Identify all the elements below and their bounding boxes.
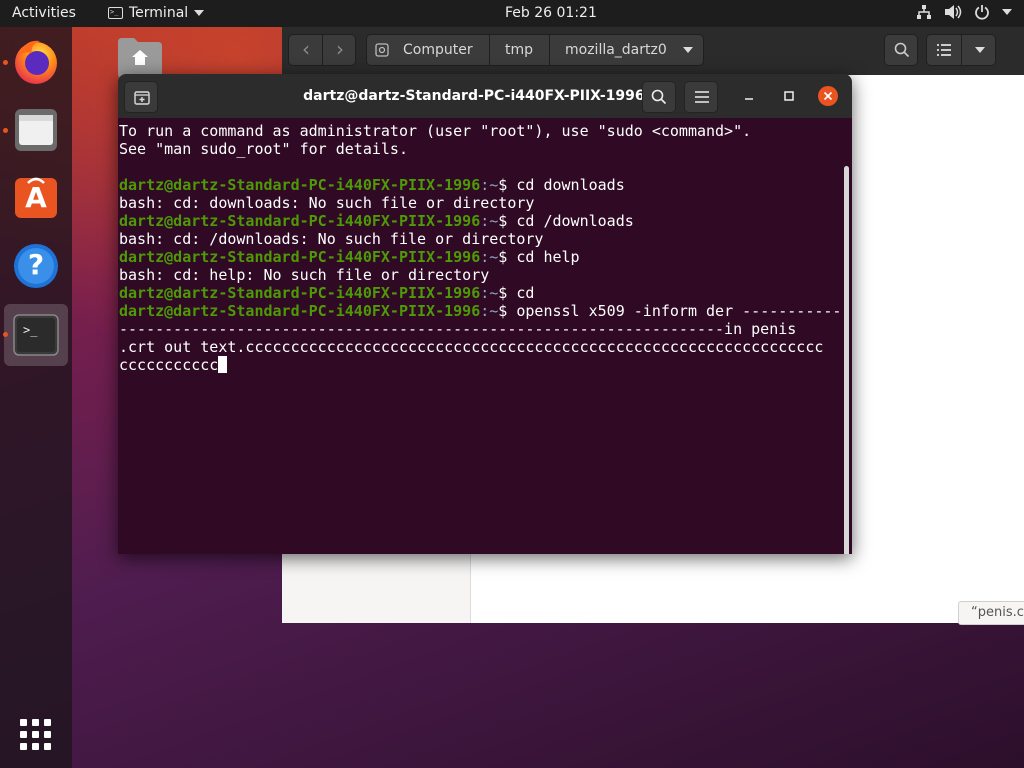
prompt-path: :~ — [480, 248, 499, 266]
prompt-path: :~ — [480, 284, 499, 302]
output-text: To run a command as administrator (user … — [119, 122, 752, 140]
output-text: bash: cd: /downloads: No such file or di… — [119, 230, 544, 248]
terminal-command-line: dartz@dartz-Standard-PC-i440FX-PIIX-1996… — [119, 284, 841, 302]
terminal-glyph: >_ — [23, 323, 38, 337]
command-text: $ cd help — [498, 248, 580, 266]
hamburger-icon — [695, 91, 709, 103]
terminal-output-line: .crt out text.cccccccccccccccccccccccccc… — [119, 338, 841, 356]
activities-button[interactable]: Activities — [12, 5, 76, 21]
running-indicator — [3, 60, 8, 65]
minimize-icon[interactable] — [740, 87, 758, 105]
system-tray[interactable] — [916, 4, 1012, 20]
path-bar: Computer tmp mozilla_dartz0 — [366, 34, 704, 66]
output-text: bash: cd: help: No such file or director… — [119, 266, 490, 284]
output-text: ----------------------------------------… — [119, 320, 797, 338]
terminal-command-line: dartz@dartz-Standard-PC-i440FX-PIIX-1996… — [119, 176, 841, 194]
shell-prompt: dartz@dartz-Standard-PC-i440FX-PIIX-1996 — [119, 302, 481, 320]
help-glyph: ? — [27, 248, 45, 281]
volume-icon — [945, 5, 962, 19]
terminal-body[interactable]: To run a command as administrator (user … — [118, 118, 852, 554]
forward-button[interactable]: › — [323, 35, 357, 65]
command-text: $ openssl x509 -inform der ----------- — [498, 302, 842, 320]
dock-item-ubuntu-software[interactable]: A — [10, 171, 62, 223]
terminal-output-line: bash: cd: downloads: No such file or dir… — [119, 194, 841, 212]
files-window-header: ‹ › Computer tmp mozilla_dartz0 — [282, 27, 1024, 75]
dock: A ? >_ — [0, 27, 72, 768]
breadcrumb-mozilla-dartz0[interactable]: mozilla_dartz0 — [565, 35, 667, 65]
search-button[interactable] — [642, 81, 676, 113]
output-text: bash: cd: downloads: No such file or dir… — [119, 194, 535, 212]
terminal-output-line: ccccccccccc — [119, 356, 841, 374]
top-bar: Activities >_ Terminal Feb 26 01:21 — [0, 0, 1024, 27]
output-text: See "man sudo_root" for details. — [119, 140, 408, 158]
power-icon — [975, 5, 989, 20]
search-button[interactable] — [884, 34, 918, 66]
terminal-command-line: dartz@dartz-Standard-PC-i440FX-PIIX-1996… — [119, 302, 841, 320]
prompt-path: :~ — [480, 212, 499, 230]
terminal-window: dartz@dartz-Standard-PC-i440FX-PIIX-1996… — [118, 74, 852, 554]
network-icon — [917, 5, 931, 19]
back-button[interactable]: ‹ — [289, 35, 323, 65]
shell-prompt: dartz@dartz-Standard-PC-i440FX-PIIX-1996 — [119, 284, 481, 302]
running-indicator — [3, 332, 8, 337]
scrollbar[interactable] — [844, 166, 849, 554]
output-text: .crt out text.cccccccccccccccccccccccccc… — [119, 338, 824, 356]
firefox-icon — [15, 40, 57, 84]
prompt-path: :~ — [480, 176, 499, 194]
terminal-icon: >_ — [108, 7, 123, 19]
breadcrumb-computer[interactable]: Computer — [403, 35, 473, 65]
terminal-output-line: To run a command as administrator (user … — [119, 122, 841, 140]
search-icon — [651, 89, 667, 105]
dock-item-terminal[interactable]: >_ — [10, 309, 62, 361]
dock-item-files[interactable] — [10, 103, 62, 155]
chevron-down-icon — [194, 10, 205, 16]
search-icon — [894, 42, 910, 58]
dock-item-firefox[interactable] — [10, 35, 62, 87]
terminal-command-line: dartz@dartz-Standard-PC-i440FX-PIIX-1996… — [119, 248, 841, 266]
command-text: $ cd downloads — [498, 176, 625, 194]
home-folder-icon — [118, 38, 162, 78]
app-menu[interactable]: >_ Terminal — [108, 5, 205, 21]
chevron-down-icon — [1002, 9, 1012, 15]
command-text: $ cd /downloads — [498, 212, 634, 230]
close-icon[interactable] — [818, 86, 838, 106]
breadcrumb-tmp[interactable]: tmp — [505, 35, 533, 65]
show-applications-button[interactable] — [20, 719, 52, 751]
status-tooltip: “penis.c — [958, 601, 1024, 625]
terminal-output-line: bash: cd: help: No such file or director… — [119, 266, 841, 284]
back-forward-group: ‹ › — [288, 34, 356, 66]
files-icon — [15, 109, 57, 151]
list-view-icon — [937, 44, 951, 56]
shell-prompt: dartz@dartz-Standard-PC-i440FX-PIIX-1996 — [119, 212, 481, 230]
shell-prompt: dartz@dartz-Standard-PC-i440FX-PIIX-1996 — [119, 248, 481, 266]
terminal-command-line: dartz@dartz-Standard-PC-i440FX-PIIX-1996… — [119, 212, 841, 230]
terminal-header: dartz@dartz-Standard-PC-i440FX-PIIX-1996… — [118, 74, 852, 118]
terminal-output[interactable]: To run a command as administrator (user … — [119, 122, 841, 374]
text-cursor — [218, 356, 228, 373]
chevron-down-icon — [975, 47, 985, 53]
command-text: $ cd — [498, 284, 535, 302]
app-menu-label: Terminal — [129, 5, 189, 21]
dock-item-help[interactable]: ? — [10, 239, 62, 291]
view-options-group[interactable] — [926, 34, 996, 66]
terminal-output-line: ----------------------------------------… — [119, 320, 841, 338]
clock[interactable]: Feb 26 01:21 — [505, 5, 597, 21]
desktop-home-folder[interactable] — [116, 36, 164, 78]
output-text: ccccccccccc — [119, 356, 219, 374]
prompt-path: :~ — [480, 302, 499, 320]
maximize-icon[interactable] — [780, 87, 798, 105]
software-glyph: A — [25, 181, 47, 214]
terminal-output-line: See "man sudo_root" for details. — [119, 140, 841, 158]
shell-prompt: dartz@dartz-Standard-PC-i440FX-PIIX-1996 — [119, 176, 481, 194]
chevron-down-icon[interactable] — [683, 47, 693, 53]
menu-button[interactable] — [684, 81, 718, 113]
terminal-output-line: bash: cd: /downloads: No such file or di… — [119, 230, 841, 248]
running-indicator — [3, 128, 8, 133]
drive-icon — [375, 43, 389, 57]
